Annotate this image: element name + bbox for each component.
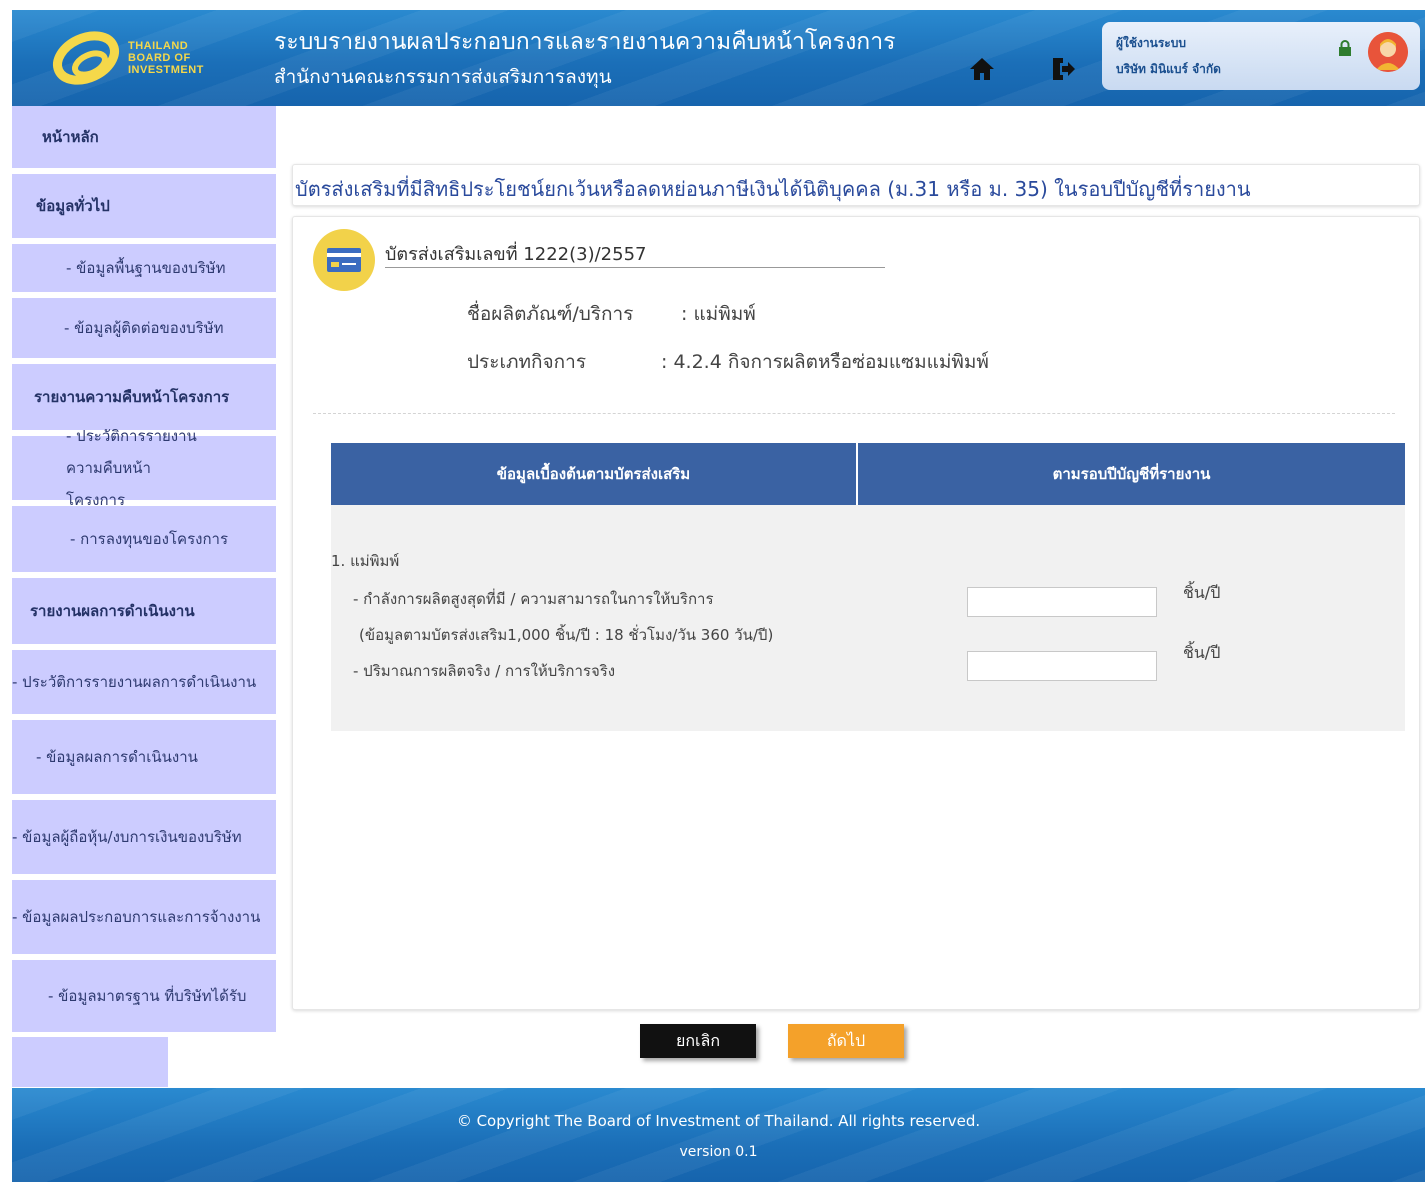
table-header-reporting-period: ตามรอบปีบัญชีที่รายงาน <box>1052 465 1211 483</box>
card-underline <box>385 267 885 268</box>
sidebar-item-label: รายงานความคืบหน้าโครงการ <box>34 388 230 406</box>
sidebar-item-label: - ประวัติการรายงานผลการดำเนินงาน <box>12 673 257 691</box>
credit-card-icon <box>313 229 375 291</box>
sidebar-item-operations-employment[interactable]: - ข้อมูลผลประกอบการและการจ้างงาน <box>12 880 276 960</box>
actual-production-input[interactable] <box>967 651 1157 681</box>
app-title: ระบบรายงานผลประกอบการและรายงานความคืบหน้… <box>274 29 896 55</box>
capacity-unit: ชิ้น/ปี <box>1183 583 1221 602</box>
sidebar-item-label: - ข้อมูลผู้ถือหุ้น/งบการเงินของบริษัท <box>12 828 242 846</box>
section-title: บัตรส่งเสริมที่มีสิทธิประโยชน์ยกเว้นหรือ… <box>295 177 1251 201</box>
version-text: version 0.1 <box>679 1144 758 1160</box>
boi-logo-mark-icon <box>53 31 119 85</box>
boi-logo: THAILAND BOARD OF INVESTMENT <box>48 28 203 92</box>
capacity-note: (ข้อมูลตามบัตรส่งเสริม1,000 ชิ้น/ปี : 18… <box>359 626 774 644</box>
sidebar-item-company-basic[interactable]: - ข้อมูลพื้นฐานของบริษัท <box>12 244 276 298</box>
sidebar-item-label: - ข้อมูลผลประกอบการและการจ้างงาน <box>12 908 261 926</box>
sidebar-item-performance-history[interactable]: - ประวัติการรายงานผลการดำเนินงาน <box>12 650 276 720</box>
divider <box>313 413 1395 414</box>
section-title-bar: บัตรส่งเสริมที่มีสิทธิประโยชน์ยกเว้นหรือ… <box>292 164 1420 206</box>
sidebar-item-home[interactable]: หน้าหลัก <box>12 106 276 174</box>
sidebar-item-label: ข้อมูลทั่วไป <box>36 197 110 215</box>
sidebar-item-label: - ข้อมูลพื้นฐานของบริษัท <box>66 259 226 277</box>
app-subtitle: สำนักงานคณะกรรมการส่งเสริมการลงทุน <box>274 66 612 88</box>
home-icon[interactable] <box>967 54 997 84</box>
cancel-button[interactable]: ยกเลิก <box>640 1024 756 1058</box>
actual-production-unit: ชิ้น/ปี <box>1183 643 1221 662</box>
sidebar-item-performance-report[interactable]: รายงานผลการดำเนินงาน <box>12 578 276 650</box>
user-company: บริษัท มินิแบร์ จำกัด <box>1116 62 1221 76</box>
table-header: ข้อมูลเบื้องต้นตามบัตรส่งเสริม ตามรอบปีบ… <box>331 443 1405 505</box>
table-body: 1. แม่พิมพ์ - กำลังการผลิตสูงสุดที่มี / … <box>331 505 1405 731</box>
product-value: : แม่พิมพ์ <box>681 303 756 325</box>
user-role: ผู้ใช้งานระบบ <box>1116 36 1186 50</box>
item-title: 1. แม่พิมพ์ <box>331 552 400 570</box>
sidebar-nav: หน้าหลัก ข้อมูลทั่วไป - ข้อมูลพื้นฐานของ… <box>12 106 276 1038</box>
user-avatar[interactable] <box>1368 32 1408 72</box>
logout-icon[interactable] <box>1048 54 1078 84</box>
lock-icon <box>1338 40 1352 56</box>
product-label: ชื่อผลิตภัณฑ์/บริการ <box>467 303 634 325</box>
sidebar-item-shareholders-financials[interactable]: - ข้อมูลผู้ถือหุ้น/งบการเงินของบริษัท <box>12 800 276 880</box>
sidebar-item-label: - ประวัติการรายงาน ความคืบหน้าโครงการ <box>66 427 197 509</box>
sidebar-item-general-info[interactable]: ข้อมูลทั่วไป <box>12 174 276 244</box>
table-header-basic-info: ข้อมูลเบื้องต้นตามบัตรส่งเสริม <box>331 443 858 505</box>
actual-production-label: - ปริมาณการผลิตจริง / การให้บริการจริง <box>353 662 616 680</box>
capacity-input[interactable] <box>967 587 1157 617</box>
sidebar-item-project-investment[interactable]: - การลงทุนของโครงการ <box>12 506 276 578</box>
sidebar-item-label: - ข้อมูลผู้ติดต่อของบริษัท <box>64 319 224 337</box>
sidebar-item-performance-data[interactable]: - ข้อมูลผลการดำเนินงาน <box>12 720 276 800</box>
capacity-label: - กำลังการผลิตสูงสุดที่มี / ความสามารถใน… <box>353 590 714 608</box>
app-header: THAILAND BOARD OF INVESTMENT ระบบรายงานผ… <box>12 10 1425 106</box>
sidebar-item-progress-history[interactable]: - ประวัติการรายงาน ความคืบหน้าโครงการ <box>12 427 276 509</box>
app-footer: © Copyright The Board of Investment of T… <box>12 1088 1425 1182</box>
activity-label: ประเภทกิจการ <box>467 351 587 373</box>
sidebar-item-label: หน้าหลัก <box>42 128 99 146</box>
sidebar-item-label: - ข้อมูลผลการดำเนินงาน <box>36 748 198 766</box>
card-number: บัตรส่งเสริมเลขที่ 1222(3)/2557 <box>385 244 647 265</box>
activity-value: : 4.2.4 กิจการผลิตหรือซ่อมแซมแม่พิมพ์ <box>661 351 989 373</box>
main-panel: บัตรส่งเสริมเลขที่ 1222(3)/2557 ชื่อผลิต… <box>292 216 1420 1010</box>
copyright-text: © Copyright The Board of Investment of T… <box>456 1112 981 1130</box>
sidebar-item-label: - การลงทุนของโครงการ <box>70 530 229 548</box>
sidebar-item-company-contacts[interactable]: - ข้อมูลผู้ติดต่อของบริษัท <box>12 298 276 364</box>
sidebar-item-label: - ข้อมูลมาตรฐาน ที่บริษัทได้รับ <box>48 987 247 1005</box>
boi-logo-text: THAILAND BOARD OF INVESTMENT <box>128 40 204 76</box>
sidebar-item-standards[interactable]: - ข้อมูลมาตรฐาน ที่บริษัทได้รับ <box>12 960 276 1038</box>
user-panel: ผู้ใช้งานระบบ บริษัท มินิแบร์ จำกัด <box>1102 22 1420 90</box>
sidebar-item-label: รายงานผลการดำเนินงาน <box>30 602 195 620</box>
user-avatar-icon <box>1368 32 1408 72</box>
sidebar-filler <box>12 1037 168 1087</box>
next-button[interactable]: ถัดไป <box>788 1024 904 1058</box>
